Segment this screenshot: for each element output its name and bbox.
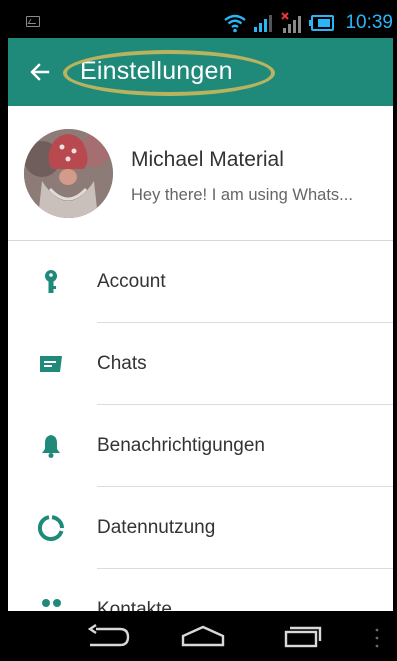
status-icons: 10:39 [223,8,393,38]
gallery-icon [26,16,40,27]
app-bar: Einstellungen [8,38,393,106]
wifi-icon [224,14,247,33]
highlight-oval [63,50,275,96]
profile-status: Hey there! I am using Whats... [131,186,353,204]
home-icon[interactable] [180,623,226,649]
battery-icon [309,15,335,31]
data-usage-icon [38,515,64,541]
signal-no-data-icon [281,12,302,33]
profile-name: Michael Material [131,148,284,171]
menu-item-label: Datennutzung [97,517,216,538]
signal-icon [254,15,273,32]
menu-item-contacts[interactable]: Kontakte [8,569,393,611]
arrow-left-icon[interactable] [28,60,52,84]
menu-dots-icon[interactable] [374,627,380,649]
avatar[interactable] [24,129,113,218]
system-nav-bar [8,611,393,661]
menu-item-label: Account [97,271,166,292]
menu-item-label: Benachrichtigungen [97,435,265,456]
key-icon [45,270,57,293]
menu-item-data-usage[interactable]: Datennutzung [8,487,393,569]
back-icon[interactable] [86,623,130,649]
recents-icon[interactable] [282,623,322,649]
contacts-icon [42,599,61,607]
menu-item-account[interactable]: Account [8,241,393,323]
profile-row[interactable]: Michael Material Hey there! I am using W… [8,106,393,240]
menu-item-chats[interactable]: Chats [8,323,393,405]
menu-item-label: Chats [97,353,147,374]
menu-item-notifications[interactable]: Benachrichtigungen [8,405,393,487]
bell-icon [42,435,60,458]
status-bar: 10:39 [8,8,393,38]
clock: 10:39 [345,12,393,33]
menu-item-label: Kontakte [97,599,172,611]
chat-icon [40,356,62,372]
settings-list: Michael Material Hey there! I am using W… [8,106,393,611]
